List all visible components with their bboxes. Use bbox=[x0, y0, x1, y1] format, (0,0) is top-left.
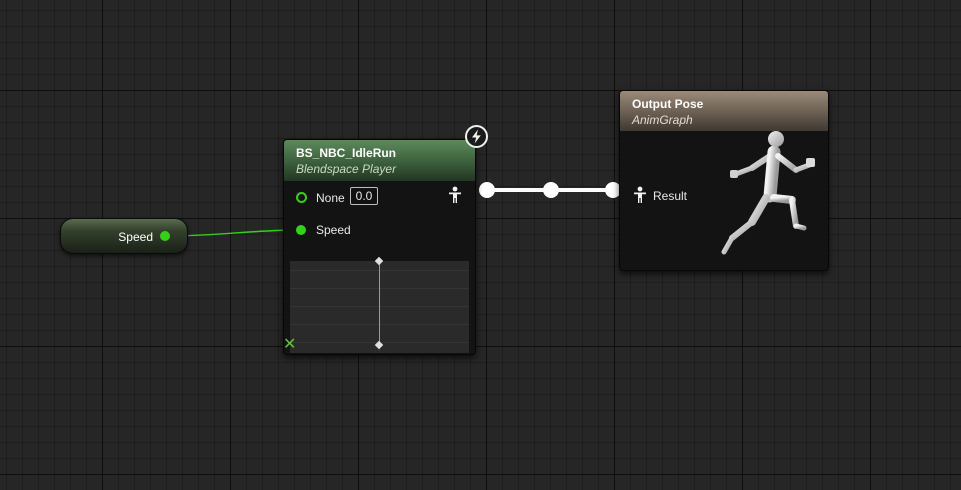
none-pin-label: None bbox=[316, 191, 345, 205]
speed-output-pin[interactable] bbox=[160, 231, 170, 241]
output-node-title: Output Pose bbox=[632, 97, 704, 111]
result-input-pin-icon[interactable] bbox=[633, 186, 647, 204]
pose-output-pin-icon[interactable] bbox=[448, 186, 462, 204]
wire-knot[interactable] bbox=[479, 182, 495, 198]
speed-variable-label: Speed bbox=[118, 230, 153, 244]
result-pin-label: Result bbox=[653, 189, 688, 203]
none-input-pin[interactable] bbox=[296, 192, 307, 203]
lightning-icon bbox=[465, 125, 488, 148]
speed-pin-label: Speed bbox=[316, 223, 351, 237]
output-node-subtitle: AnimGraph bbox=[632, 113, 693, 127]
mannequin-running-icon bbox=[721, 131, 815, 255]
graph-canvas[interactable]: Speed BS_NBC_IdleRun Blendspace Player N… bbox=[0, 0, 961, 490]
blendspace-node-subtitle: Blendspace Player bbox=[296, 162, 397, 176]
wire-knot[interactable] bbox=[543, 182, 559, 198]
speed-input-pin[interactable] bbox=[296, 225, 306, 235]
blendspace-node-title: BS_NBC_IdleRun bbox=[296, 146, 397, 160]
blendspace-node-header: BS_NBC_IdleRun Blendspace Player bbox=[284, 140, 475, 181]
x-icon: ✕ bbox=[283, 336, 297, 353]
blendspace-preview-axis bbox=[379, 261, 380, 345]
output-node-header: Output Pose AnimGraph bbox=[620, 91, 828, 131]
none-value-field[interactable]: 0.0 bbox=[350, 187, 378, 205]
